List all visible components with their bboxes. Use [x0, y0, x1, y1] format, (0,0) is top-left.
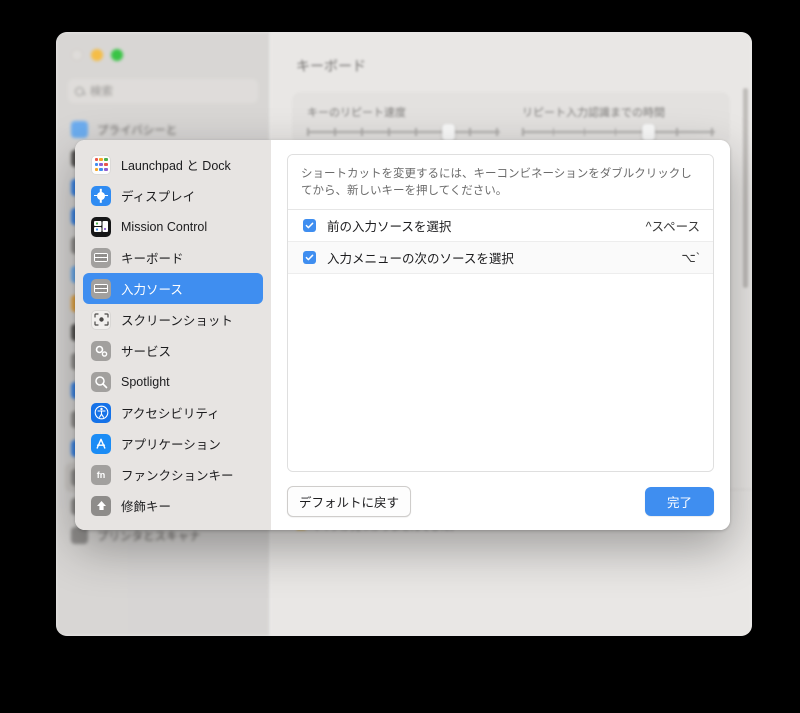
minimize-button[interactable] — [91, 49, 103, 61]
category-accessibility[interactable]: アクセシビリティ — [83, 397, 263, 428]
category-label: Spotlight — [121, 374, 170, 389]
shortcut-category-list: Launchpad と Dock ディスプレイ Mission Control — [75, 140, 271, 530]
slider-knob[interactable] — [442, 124, 456, 141]
popover-footer: デフォルトに戻す 完了 — [287, 472, 714, 530]
content-scrollbar[interactable] — [743, 88, 748, 288]
category-applications[interactable]: アプリケーション — [83, 428, 263, 459]
shortcut-checkbox[interactable] — [303, 219, 316, 233]
app-store-icon — [91, 433, 111, 454]
accessibility-icon — [91, 402, 111, 423]
key-repeat-rate-label: キーのリピート速度 — [307, 107, 406, 119]
category-modifier-keys[interactable]: 修飾キー — [83, 490, 263, 521]
shortcut-key[interactable]: ^スペース — [646, 216, 700, 235]
category-label: Mission Control — [121, 219, 208, 234]
category-input-sources[interactable]: 入力ソース — [83, 273, 263, 304]
search-placeholder: 検索 — [90, 86, 113, 98]
delay-until-repeat-slider[interactable] — [522, 124, 715, 141]
mission-control-icon — [91, 216, 111, 237]
category-spotlight[interactable]: Spotlight — [83, 366, 263, 397]
keyboard-shortcuts-popover: Launchpad と Dock ディスプレイ Mission Control — [75, 140, 730, 530]
shortcut-label: 入力メニューの次のソースを選択 — [327, 252, 514, 267]
shortcuts-instruction-text: ショートカットを変更するには、キーコンビネーションをダブルクリックしてから、新し… — [288, 155, 713, 211]
category-screenshot[interactable]: スクリーンショット — [83, 304, 263, 335]
delay-until-repeat-label: リピート入力認識までの時間 — [522, 107, 665, 119]
input-sources-icon — [91, 278, 111, 299]
category-services[interactable]: サービス — [83, 335, 263, 366]
services-icon — [91, 340, 111, 361]
key-repeat-card: キーのリピート速度 リピート入力認識までの時間 — [292, 92, 730, 145]
page-title: キーボード — [296, 58, 366, 74]
keyboard-icon — [91, 247, 111, 268]
search-icon — [75, 86, 84, 96]
category-function-keys[interactable]: fn ファンクションキー — [83, 459, 263, 490]
done-button[interactable]: 完了 — [644, 486, 714, 516]
category-label: Launchpad と Dock — [121, 159, 231, 173]
shortcuts-detail-pane: ショートカットを変更するには、キーコンビネーションをダブルクリックしてから、新し… — [271, 140, 730, 530]
window-controls — [56, 32, 270, 61]
restore-defaults-button[interactable]: デフォルトに戻す — [287, 485, 412, 517]
shortcuts-empty-area — [288, 274, 713, 471]
slider-knob[interactable] — [641, 124, 655, 141]
shortcut-row[interactable]: 前の入力ソースを選択 ^スペース — [288, 210, 713, 243]
category-label: アプリケーション — [121, 438, 221, 452]
category-label: 修飾キー — [121, 500, 172, 514]
category-label: ディスプレイ — [121, 190, 196, 204]
category-label: キーボード — [121, 252, 184, 266]
shortcuts-card: ショートカットを変更するには、キーコンビネーションをダブルクリックしてから、新し… — [287, 154, 714, 472]
close-button[interactable] — [71, 49, 83, 61]
delay-until-repeat-slider-group: リピート入力認識までの時間 — [522, 104, 715, 141]
key-repeat-rate-slider[interactable] — [307, 124, 500, 141]
fn-key-icon: fn — [91, 464, 111, 485]
hand-icon — [71, 121, 88, 138]
search-input[interactable]: 検索 — [68, 79, 258, 103]
category-display[interactable]: ディスプレイ — [83, 180, 263, 211]
maximize-button[interactable] — [111, 49, 123, 61]
shortcut-checkbox[interactable] — [303, 251, 316, 265]
shortcut-key[interactable]: ⌥` — [681, 250, 700, 265]
modifier-key-icon — [91, 495, 111, 516]
spotlight-icon — [91, 371, 111, 392]
category-label: サービス — [121, 345, 172, 359]
category-launchpad-dock[interactable]: Launchpad と Dock — [83, 149, 263, 180]
display-icon — [91, 185, 111, 206]
category-label: スクリーンショット — [121, 314, 233, 328]
launchpad-icon — [91, 154, 111, 175]
category-mission-control[interactable]: Mission Control — [83, 211, 263, 242]
screenshot-icon — [91, 309, 111, 330]
shortcut-label: 前の入力ソースを選択 — [327, 220, 452, 235]
category-keyboard[interactable]: キーボード — [83, 242, 263, 273]
category-label: 入力ソース — [121, 283, 183, 297]
shortcut-row[interactable]: 入力メニューの次のソースを選択 ⌥` — [288, 242, 713, 275]
sidebar-item-label: プライバシーと — [97, 124, 178, 137]
category-label: アクセシビリティ — [121, 407, 220, 421]
key-repeat-rate-slider-group: キーのリピート速度 — [307, 104, 500, 141]
category-label: ファンクションキー — [121, 469, 234, 483]
